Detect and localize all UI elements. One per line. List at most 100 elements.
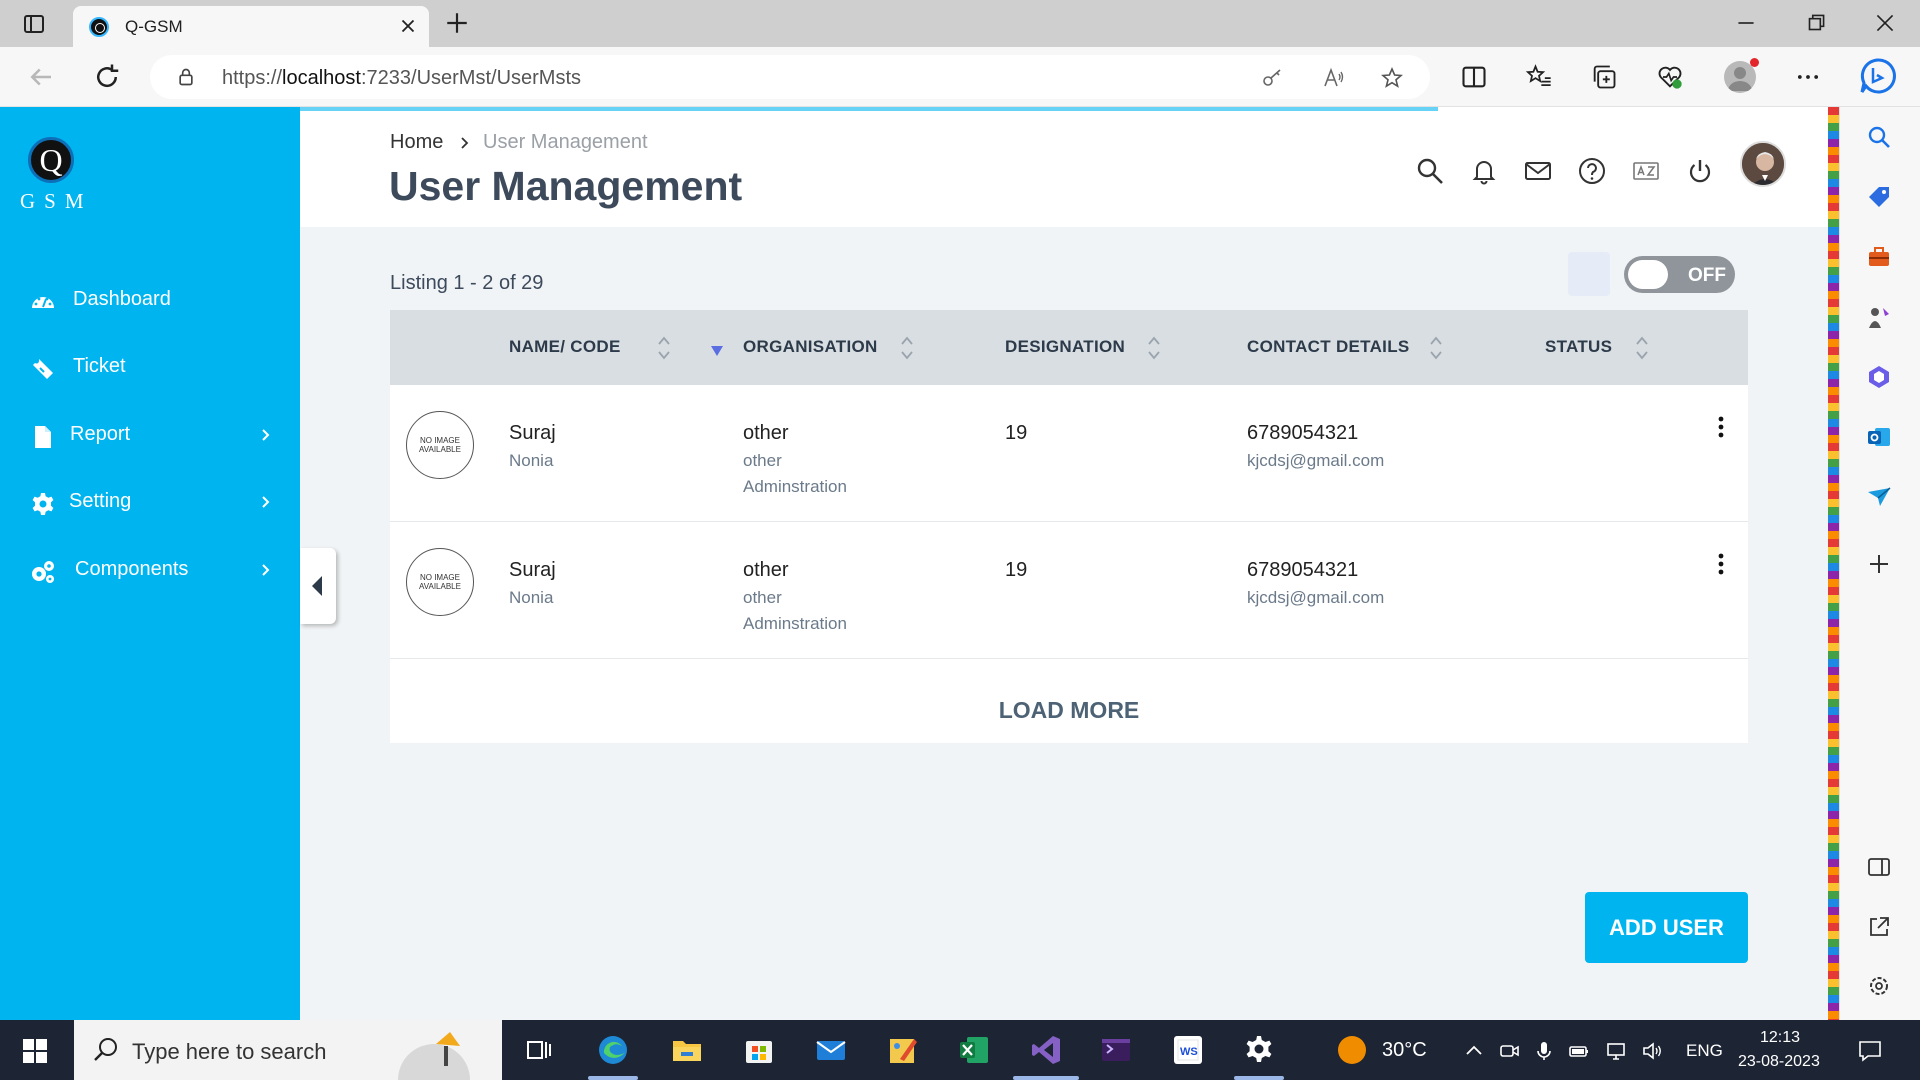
search-icon[interactable] [1415, 156, 1445, 186]
volume-icon[interactable] [1641, 1040, 1663, 1062]
table-row[interactable]: NO IMAGE AVAILABLE Suraj Nonia other oth… [390, 522, 1748, 659]
collections-icon[interactable] [1590, 63, 1618, 91]
logo-icon[interactable]: Q [28, 137, 74, 183]
back-arrow-icon[interactable] [26, 62, 56, 92]
input-language[interactable]: ENG [1686, 1041, 1723, 1061]
designation: 19 [1005, 559, 1028, 581]
column-header-contact-details[interactable]: CONTACT DETAILS [1247, 337, 1410, 357]
microsoft-365-icon[interactable] [1866, 364, 1892, 390]
sort-descending-icon[interactable] [710, 345, 724, 357]
search-highlight-art-icon [398, 1032, 470, 1080]
clock-date[interactable]: 23-08-2023 [1738, 1053, 1820, 1071]
help-icon[interactable] [1577, 156, 1607, 186]
power-icon[interactable] [1685, 156, 1715, 186]
send-icon[interactable] [1866, 484, 1892, 510]
row-actions-icon[interactable] [1716, 413, 1726, 441]
close-window-icon[interactable] [1872, 10, 1898, 36]
load-more-button[interactable]: LOAD MORE [390, 677, 1748, 743]
sort-icon[interactable] [1146, 334, 1162, 362]
phone-number: 6789054321 [1247, 559, 1359, 581]
browser-essentials-icon[interactable] [1656, 63, 1684, 91]
new-tab-icon[interactable] [444, 10, 470, 36]
microphone-icon[interactable] [1533, 1040, 1555, 1062]
network-icon[interactable] [1605, 1040, 1627, 1062]
off-toggle[interactable]: OFF [1624, 256, 1735, 293]
file-explorer-icon[interactable] [670, 1033, 704, 1067]
sidebar-item-components[interactable]: Components [0, 546, 300, 596]
games-icon[interactable] [1866, 304, 1892, 330]
sort-icon[interactable] [899, 334, 915, 362]
task-view-icon[interactable] [522, 1033, 556, 1067]
favorites-icon[interactable] [1525, 63, 1553, 91]
minimize-icon[interactable] [1733, 10, 1759, 36]
microsoft-store-icon[interactable] [742, 1033, 776, 1067]
tools-icon[interactable] [1866, 244, 1892, 270]
webstorm-icon[interactable]: WS [1171, 1033, 1205, 1067]
search-icon[interactable] [1866, 124, 1892, 150]
settings-gear-icon[interactable] [1242, 1033, 1276, 1067]
sidebar-collapse-button[interactable] [300, 548, 336, 624]
user-code: Nonia [509, 451, 554, 470]
paint-app-icon[interactable] [886, 1033, 920, 1067]
chevron-up-icon[interactable] [1463, 1040, 1485, 1062]
edge-browser-icon[interactable] [596, 1033, 630, 1067]
external-link-icon[interactable] [1866, 914, 1892, 940]
organisation: other [743, 422, 789, 444]
row-actions-icon[interactable] [1716, 550, 1726, 578]
url-field[interactable]: https://localhost:7233/UserMst/UserMsts [150, 55, 1430, 99]
add-user-button[interactable]: ADD USER [1585, 892, 1748, 963]
column-header-name-code[interactable]: NAME/ CODE [509, 337, 621, 357]
favorite-star-icon[interactable] [1380, 66, 1404, 90]
notification-center-icon[interactable] [1857, 1038, 1883, 1064]
temperature[interactable]: 30°C [1382, 1039, 1427, 1062]
windows-start-icon[interactable] [22, 1038, 48, 1064]
sort-icon[interactable] [656, 334, 672, 362]
translate-icon[interactable] [1631, 156, 1661, 186]
user-table: NAME/ CODE ORGANISATION DESIGNATION CONT… [390, 310, 1748, 743]
clock-time[interactable]: 12:13 [1760, 1029, 1800, 1047]
dashboard-gauge-icon [32, 297, 54, 308]
outlook-icon[interactable] [1866, 424, 1892, 450]
reload-icon[interactable] [92, 62, 122, 92]
visual-studio-icon[interactable] [1029, 1033, 1063, 1067]
meet-now-icon[interactable] [1498, 1040, 1520, 1062]
terminal-icon[interactable] [1099, 1033, 1133, 1067]
read-aloud-icon[interactable] [1322, 66, 1346, 90]
split-screen-icon[interactable] [1460, 63, 1488, 91]
sidebar-item-setting[interactable]: Setting [0, 478, 300, 528]
column-header-status[interactable]: STATUS [1545, 337, 1612, 357]
column-header-organisation[interactable]: ORGANISATION [743, 337, 878, 357]
sidebar-item-dashboard[interactable]: Dashboard [0, 276, 300, 326]
mail-icon[interactable] [1523, 156, 1553, 186]
browser-tab[interactable]: Q-GSM [73, 6, 429, 47]
table-row[interactable]: NO IMAGE AVAILABLE Suraj Nonia other oth… [390, 385, 1748, 522]
battery-icon[interactable] [1568, 1040, 1590, 1062]
sort-icon[interactable] [1428, 334, 1444, 362]
user-avatar[interactable] [1740, 141, 1786, 187]
shopping-tag-icon[interactable] [1866, 184, 1892, 210]
bell-icon[interactable] [1469, 156, 1499, 186]
close-tab-icon[interactable] [397, 15, 419, 37]
key-icon[interactable] [1260, 66, 1284, 90]
taskbar-search-input[interactable]: Type here to search [74, 1020, 502, 1080]
breadcrumb-current: User Management [483, 131, 648, 153]
file-icon [35, 426, 51, 448]
breadcrumb-home[interactable]: Home [390, 131, 443, 154]
sidebar-item-report[interactable]: Report [0, 411, 300, 461]
restore-icon[interactable] [1803, 10, 1829, 36]
bing-chat-icon[interactable] [1858, 56, 1898, 96]
add-icon[interactable] [1866, 551, 1892, 577]
tab-actions-icon[interactable] [22, 12, 46, 36]
mail-app-icon[interactable] [814, 1033, 848, 1067]
excel-icon[interactable] [957, 1033, 991, 1067]
sidebar-item-ticket[interactable]: Ticket [0, 343, 300, 393]
lock-icon[interactable] [176, 67, 196, 87]
sidebar-panel-icon[interactable] [1866, 854, 1892, 880]
settings-gear-icon[interactable] [1866, 973, 1892, 999]
weather-sun-icon[interactable] [1338, 1036, 1366, 1064]
view-mode-button[interactable] [1568, 252, 1610, 296]
user-name: Suraj [509, 559, 556, 581]
column-header-designation[interactable]: DESIGNATION [1005, 337, 1125, 357]
more-options-icon[interactable] [1794, 63, 1822, 91]
sort-icon[interactable] [1634, 334, 1650, 362]
